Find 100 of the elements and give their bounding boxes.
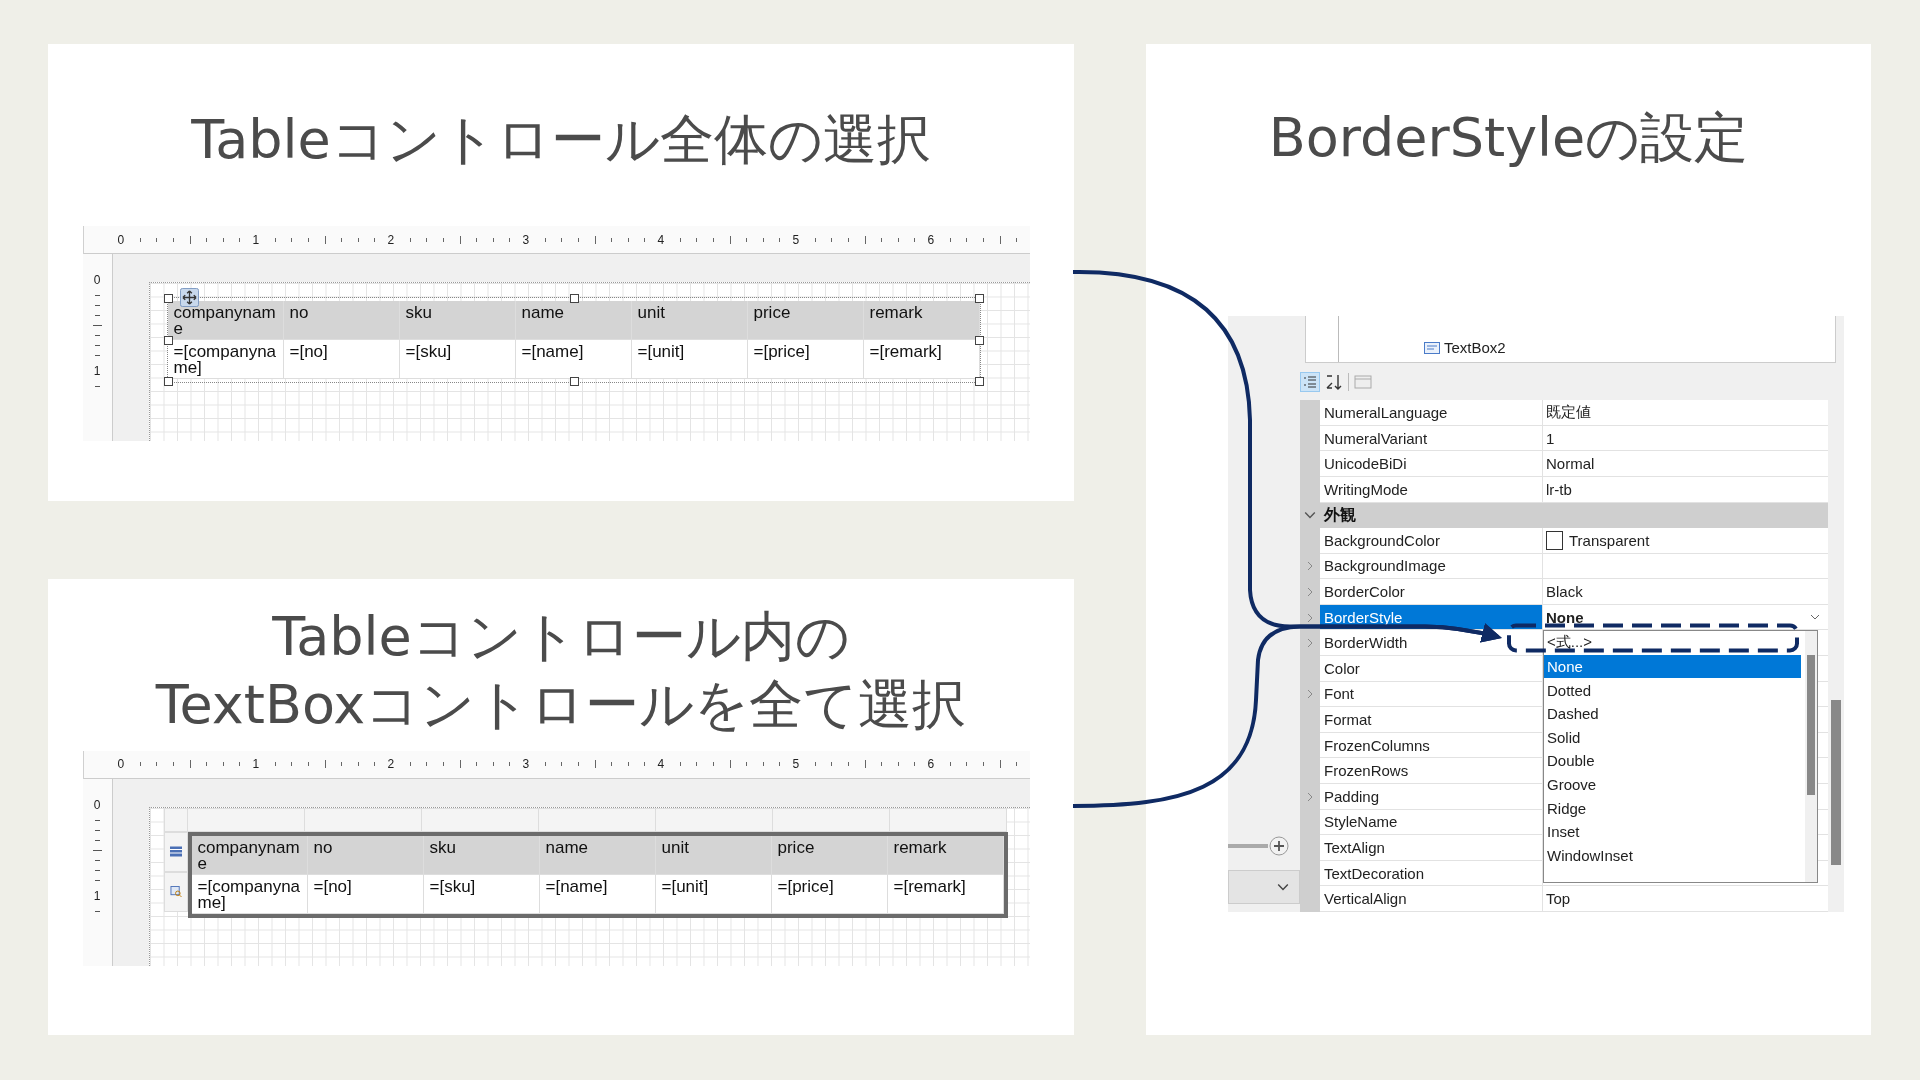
header-cell[interactable]: no <box>307 835 424 874</box>
table-cell[interactable]: =[price] <box>771 874 888 913</box>
dropdown-option[interactable]: Groove <box>1544 772 1805 797</box>
dropdown-option[interactable]: Ridge <box>1544 796 1805 820</box>
property-value[interactable]: lr-tb <box>1546 480 1572 498</box>
dropdown-option[interactable]: <式...> <box>1544 631 1805 655</box>
chevron-right-icon[interactable] <box>1307 587 1313 598</box>
property-name[interactable]: VerticalAlign <box>1320 886 1543 912</box>
column-handle[interactable] <box>421 807 539 832</box>
ruler-number: 4 <box>657 757 665 771</box>
property-name[interactable]: NumeralLanguage <box>1320 400 1543 426</box>
textbox-icon <box>1424 342 1440 354</box>
property-name[interactable]: BorderColor <box>1320 579 1543 605</box>
property-name[interactable]: Padding <box>1320 784 1543 810</box>
property-name[interactable]: TextAlign <box>1320 835 1543 861</box>
property-name[interactable]: BackgroundImage <box>1320 553 1543 580</box>
property-name[interactable]: WritingMode <box>1320 476 1543 503</box>
dropdown-option[interactable]: Double <box>1544 749 1805 773</box>
corner-handle[interactable] <box>163 807 188 832</box>
chevron-right-icon[interactable] <box>1307 791 1313 802</box>
column-handle[interactable] <box>304 807 422 832</box>
header-cell[interactable]: price <box>747 301 864 339</box>
chevron-right-icon[interactable] <box>1307 689 1313 700</box>
zoom-in-icon[interactable] <box>1228 836 1290 856</box>
dropdown-option[interactable]: WindowInset <box>1544 843 1805 868</box>
property-value[interactable]: Top <box>1546 890 1571 908</box>
tree-item[interactable]: TextBox2 <box>1444 339 1506 357</box>
move-icon[interactable] <box>179 288 199 307</box>
header-cell[interactable]: no <box>283 301 400 339</box>
header-cell[interactable]: unit <box>655 835 772 874</box>
property-name[interactable]: UnicodeBiDi <box>1320 451 1543 477</box>
property-value[interactable]: 1 <box>1546 429 1555 447</box>
resize-handle[interactable] <box>163 377 173 386</box>
header-cell[interactable]: companyname <box>191 835 308 874</box>
chevron-down-icon <box>1277 883 1289 891</box>
column-handle[interactable] <box>772 807 890 832</box>
resize-handle[interactable] <box>974 336 984 345</box>
property-name[interactable]: BackgroundColor <box>1320 528 1543 554</box>
ruler-number: 2 <box>387 757 395 771</box>
header-cell[interactable]: unit <box>631 301 748 339</box>
dropdown-option[interactable]: Inset <box>1544 819 1805 844</box>
ruler-number: 2 <box>387 232 395 247</box>
property-name[interactable]: BorderWidth <box>1320 630 1543 657</box>
table-cell[interactable]: =[price] <box>747 340 864 378</box>
table-cell[interactable]: =[companyname] <box>191 874 308 913</box>
table-cell[interactable]: =[sku] <box>423 874 540 913</box>
ruler-number: 0 <box>93 274 101 286</box>
column-handle[interactable] <box>889 807 1007 832</box>
property-value[interactable]: 既定値 <box>1546 402 1591 422</box>
chevron-right-icon[interactable] <box>1307 612 1313 623</box>
header-cell[interactable]: remark <box>887 835 1004 874</box>
property-name[interactable]: StyleName <box>1320 809 1543 836</box>
property-name[interactable]: FrozenRows <box>1320 758 1543 785</box>
header-cell[interactable]: name <box>539 835 656 874</box>
resize-handle[interactable] <box>569 294 579 303</box>
table-cell[interactable]: =[name] <box>539 874 656 913</box>
column-handle[interactable] <box>187 807 305 832</box>
row-handle[interactable] <box>163 871 188 912</box>
property-name[interactable]: Font <box>1320 681 1543 708</box>
dropdown-option[interactable]: Dotted <box>1544 678 1805 702</box>
table-cell[interactable]: =[unit] <box>631 340 748 378</box>
column-handle[interactable] <box>655 807 773 832</box>
table-cell[interactable]: =[no] <box>307 874 424 913</box>
property-name[interactable]: FrozenColumns <box>1320 732 1543 759</box>
table-cell[interactable]: =[sku] <box>399 340 516 378</box>
property-value[interactable]: Transparent <box>1569 531 1650 549</box>
resize-handle[interactable] <box>569 377 579 386</box>
property-name[interactable]: NumeralVariant <box>1320 425 1543 452</box>
header-cell[interactable]: sku <box>423 835 540 874</box>
header-cell[interactable]: sku <box>399 301 516 339</box>
column-handle[interactable] <box>538 807 656 832</box>
scrollbar[interactable] <box>1805 631 1817 883</box>
resize-handle[interactable] <box>163 294 173 303</box>
report-table[interactable]: companyname no sku name unit price remark =[companyname] =[no] =[sku] =[name] =[unit] =[price] =[remark] <box>167 301 980 379</box>
ruler-number: 1 <box>93 365 101 377</box>
table-cell[interactable]: =[remark] <box>887 874 1004 913</box>
table-cell[interactable]: =[no] <box>283 340 400 378</box>
table-cell[interactable]: =[unit] <box>655 874 772 913</box>
property-name[interactable]: Format <box>1320 707 1543 733</box>
property-value[interactable]: Black <box>1546 583 1583 601</box>
chevron-right-icon[interactable] <box>1307 561 1313 572</box>
ruler-number: 0 <box>117 757 125 771</box>
chevron-right-icon[interactable] <box>1307 638 1313 649</box>
chevron-icon[interactable] <box>1304 511 1316 520</box>
ruler-number: 1 <box>93 889 101 902</box>
header-cell[interactable]: price <box>771 835 888 874</box>
resize-handle[interactable] <box>974 377 984 386</box>
property-name[interactable]: Color <box>1320 656 1543 682</box>
dropdown-option[interactable]: Dashed <box>1544 701 1805 726</box>
row-handle[interactable] <box>163 831 188 872</box>
property-value[interactable]: Normal <box>1546 455 1595 473</box>
dropdown-option[interactable]: Solid <box>1544 725 1805 750</box>
dropdown-option[interactable]: None <box>1544 654 1801 679</box>
property-name[interactable]: TextDecoration <box>1320 860 1543 887</box>
section-title: TextBoxコントロールを全て選択 <box>155 671 967 738</box>
report-table[interactable]: companyname no sku name unit price remark =[companyname] =[no] =[sku] =[name] =[unit] =[price] =[remark] <box>187 831 1008 918</box>
resize-handle[interactable] <box>163 336 173 345</box>
section-title: Tableコントロール全体の選択 <box>191 107 931 173</box>
resize-handle[interactable] <box>974 294 984 303</box>
property-value[interactable]: None <box>1546 608 1584 626</box>
